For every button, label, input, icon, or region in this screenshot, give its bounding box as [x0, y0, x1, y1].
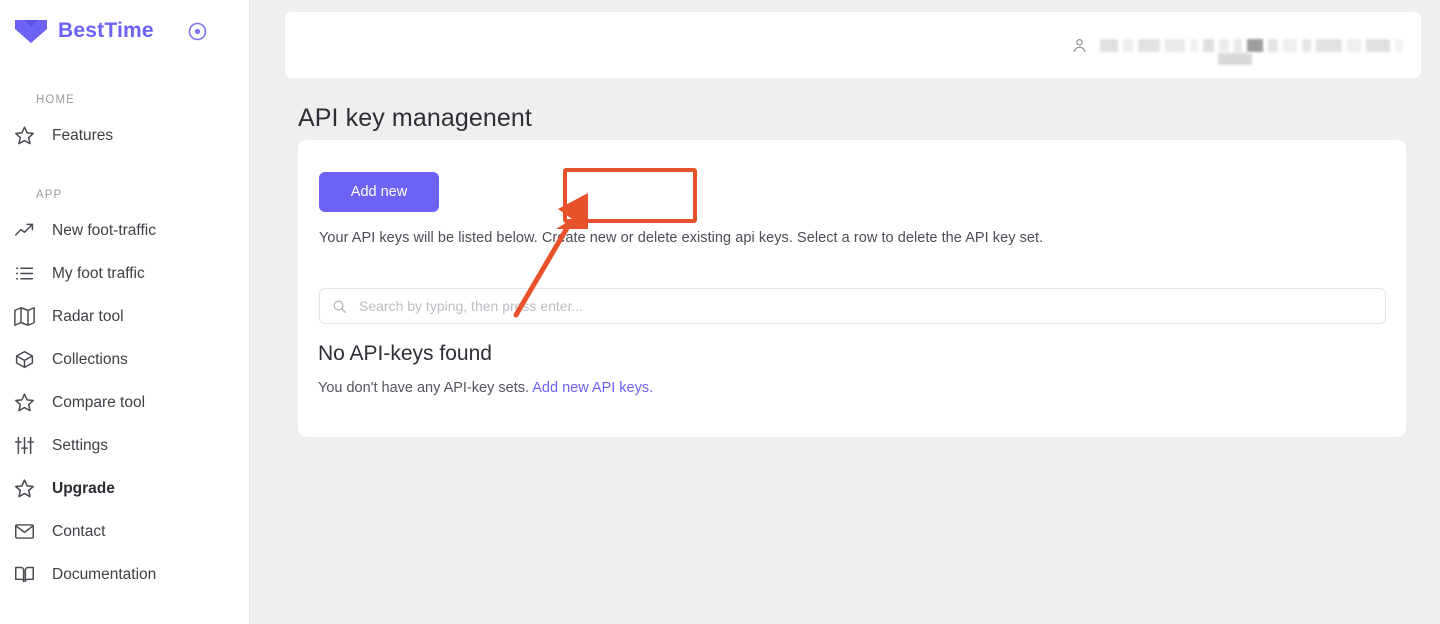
- sidebar-item-label: Documentation: [52, 565, 157, 583]
- sidebar-item-label: Features: [52, 126, 114, 144]
- package-icon: [14, 349, 44, 370]
- api-key-card: Add new Your API keys will be listed bel…: [298, 140, 1406, 437]
- person-icon: [1071, 37, 1088, 54]
- sidebar-item-new-foot-traffic[interactable]: New foot-traffic: [0, 209, 249, 252]
- sidebar-item-label: New foot-traffic: [52, 221, 156, 239]
- sidebar: BestTime HOME Features APP New foot-traf…: [0, 0, 250, 624]
- map-icon: [14, 306, 44, 327]
- trending-up-icon: [14, 220, 44, 241]
- sidebar-item-radar-tool[interactable]: Radar tool: [0, 295, 249, 338]
- sidebar-item-label: Settings: [52, 436, 109, 454]
- empty-state-message: You don't have any API-key sets.: [318, 380, 530, 396]
- sidebar-item-my-foot-traffic[interactable]: My foot traffic: [0, 252, 249, 295]
- topbar: [285, 12, 1421, 78]
- list-icon: [14, 263, 44, 284]
- search-icon: [332, 299, 347, 314]
- sliders-icon: [14, 435, 44, 456]
- sidebar-item-contact[interactable]: Contact: [0, 510, 249, 553]
- nav-section-label-app: APP: [36, 189, 63, 201]
- sidebar-item-label: Radar tool: [52, 307, 124, 325]
- sidebar-item-documentation[interactable]: Documentation: [0, 553, 249, 596]
- sidebar-item-label: Compare tool: [52, 393, 146, 411]
- account-text-redacted: [1100, 38, 1403, 65]
- account-chip[interactable]: [1071, 37, 1403, 65]
- nav-section-label-home: HOME: [36, 94, 75, 106]
- add-new-button[interactable]: Add new: [319, 172, 439, 212]
- sidebar-item-settings[interactable]: Settings: [0, 424, 249, 467]
- card-description: Your API keys will be listed below. Crea…: [319, 230, 1044, 246]
- search-input[interactable]: [359, 298, 1373, 314]
- empty-state-title: No API-keys found: [318, 342, 492, 365]
- page-title: API key managenent: [298, 104, 532, 132]
- empty-state-text: You don't have any API-key sets. Add new…: [318, 380, 653, 396]
- sidebar-item-compare-tool[interactable]: Compare tool: [0, 381, 249, 424]
- star-icon: [14, 478, 44, 499]
- star-icon: [14, 125, 44, 146]
- sidebar-item-collections[interactable]: Collections: [0, 338, 249, 381]
- search-box[interactable]: [319, 288, 1386, 324]
- star-icon: [14, 392, 44, 413]
- target-icon[interactable]: [188, 22, 207, 41]
- sidebar-item-features[interactable]: Features: [0, 114, 249, 157]
- book-icon: [14, 564, 44, 585]
- sidebar-item-label: Collections: [52, 350, 128, 368]
- sidebar-item-upgrade[interactable]: Upgrade: [0, 467, 249, 510]
- mail-icon: [14, 521, 44, 542]
- main-content: API key managenent Add new Your API keys…: [250, 0, 1440, 624]
- heart-logo-icon: [12, 16, 50, 46]
- sidebar-item-label: Contact: [52, 522, 106, 540]
- sidebar-item-label: Upgrade: [52, 479, 115, 497]
- add-new-api-keys-link[interactable]: Add new API keys.: [532, 380, 653, 396]
- brand-header[interactable]: BestTime: [0, 0, 249, 62]
- sidebar-item-label: My foot traffic: [52, 264, 145, 282]
- app-root: BestTime HOME Features APP New foot-traf…: [0, 0, 1440, 624]
- brand-name: BestTime: [58, 19, 154, 42]
